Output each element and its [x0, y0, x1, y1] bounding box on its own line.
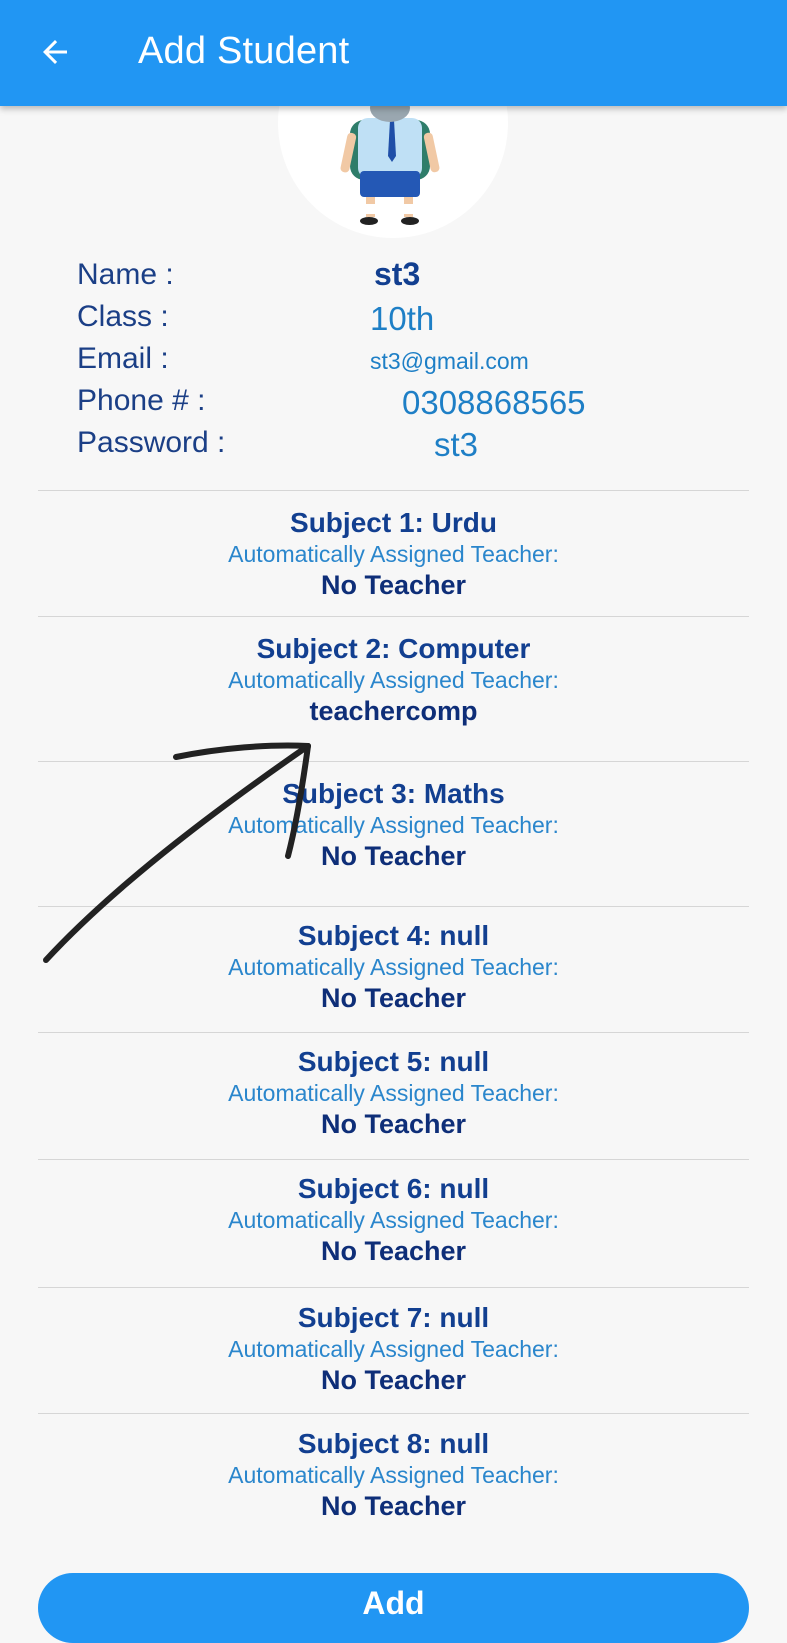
subject-item: Subject 6: null Automatically Assigned T…	[38, 1173, 749, 1267]
assigned-teacher-name: No Teacher	[320, 983, 467, 1013]
assigned-teacher-name: No Teacher	[320, 1365, 467, 1395]
assigned-teacher-caption: Automatically Assigned Teacher:	[228, 541, 559, 567]
subject-title: Subject 7: null	[297, 1302, 490, 1333]
subject-title: Subject 1: Urdu	[290, 507, 497, 538]
subject-item: Subject 7: null Automatically Assigned T…	[38, 1302, 749, 1396]
assigned-teacher-caption: Automatically Assigned Teacher:	[228, 1462, 559, 1488]
add-button[interactable]: Add	[38, 1573, 749, 1643]
subject-title: Subject 5: null	[297, 1046, 490, 1077]
name-label: Name :	[77, 258, 174, 291]
divider	[38, 1413, 749, 1414]
class-label: Class :	[77, 300, 169, 333]
subject-item: Subject 5: null Automatically Assigned T…	[38, 1046, 749, 1140]
divider	[38, 1032, 749, 1033]
divider	[38, 761, 749, 762]
subject-item: Subject 2: Computer Automatically Assign…	[38, 633, 749, 727]
assigned-teacher-caption: Automatically Assigned Teacher:	[228, 954, 559, 980]
name-value: st3	[374, 256, 421, 292]
subject-item: Subject 8: null Automatically Assigned T…	[38, 1428, 749, 1522]
assigned-teacher-name: teachercomp	[309, 696, 478, 726]
subject-item: Subject 4: null Automatically Assigned T…	[38, 920, 749, 1014]
subject-title: Subject 3: Maths	[282, 778, 505, 809]
app-bar: Add Student	[0, 0, 787, 106]
phone-label: Phone # :	[77, 384, 206, 417]
divider	[38, 616, 749, 617]
subject-item: Subject 3: Maths Automatically Assigned …	[38, 778, 749, 872]
phone-value: 0308868565	[402, 384, 586, 421]
page-title: Add Student	[138, 30, 350, 72]
password-value: st3	[434, 426, 479, 463]
assigned-teacher-caption: Automatically Assigned Teacher:	[228, 812, 559, 838]
subject-title: Subject 8: null	[297, 1428, 490, 1459]
assigned-teacher-caption: Automatically Assigned Teacher:	[228, 1336, 559, 1362]
arrow-left-icon	[43, 40, 67, 64]
assigned-teacher-name: No Teacher	[320, 570, 467, 600]
divider	[38, 1159, 749, 1160]
assigned-teacher-name: No Teacher	[320, 1109, 467, 1139]
subject-title: Subject 6: null	[297, 1173, 490, 1204]
subject-item: Subject 1: Urdu Automatically Assigned T…	[38, 507, 749, 601]
divider	[38, 1287, 749, 1288]
password-label: Password :	[77, 426, 226, 459]
assigned-teacher-caption: Automatically Assigned Teacher:	[228, 667, 559, 693]
assigned-teacher-caption: Automatically Assigned Teacher:	[228, 1207, 559, 1233]
assigned-teacher-caption: Automatically Assigned Teacher:	[228, 1080, 559, 1106]
assigned-teacher-name: No Teacher	[320, 841, 467, 871]
subject-title: Subject 2: Computer	[256, 633, 531, 664]
class-value: 10th	[370, 300, 435, 337]
email-label: Email :	[77, 342, 169, 375]
subject-title: Subject 4: null	[297, 920, 490, 951]
assigned-teacher-name: No Teacher	[320, 1236, 467, 1266]
back-button[interactable]	[30, 27, 80, 77]
divider	[38, 906, 749, 907]
divider	[38, 490, 749, 491]
assigned-teacher-name: No Teacher	[320, 1491, 467, 1521]
email-value: st3@gmail.com	[370, 348, 529, 374]
